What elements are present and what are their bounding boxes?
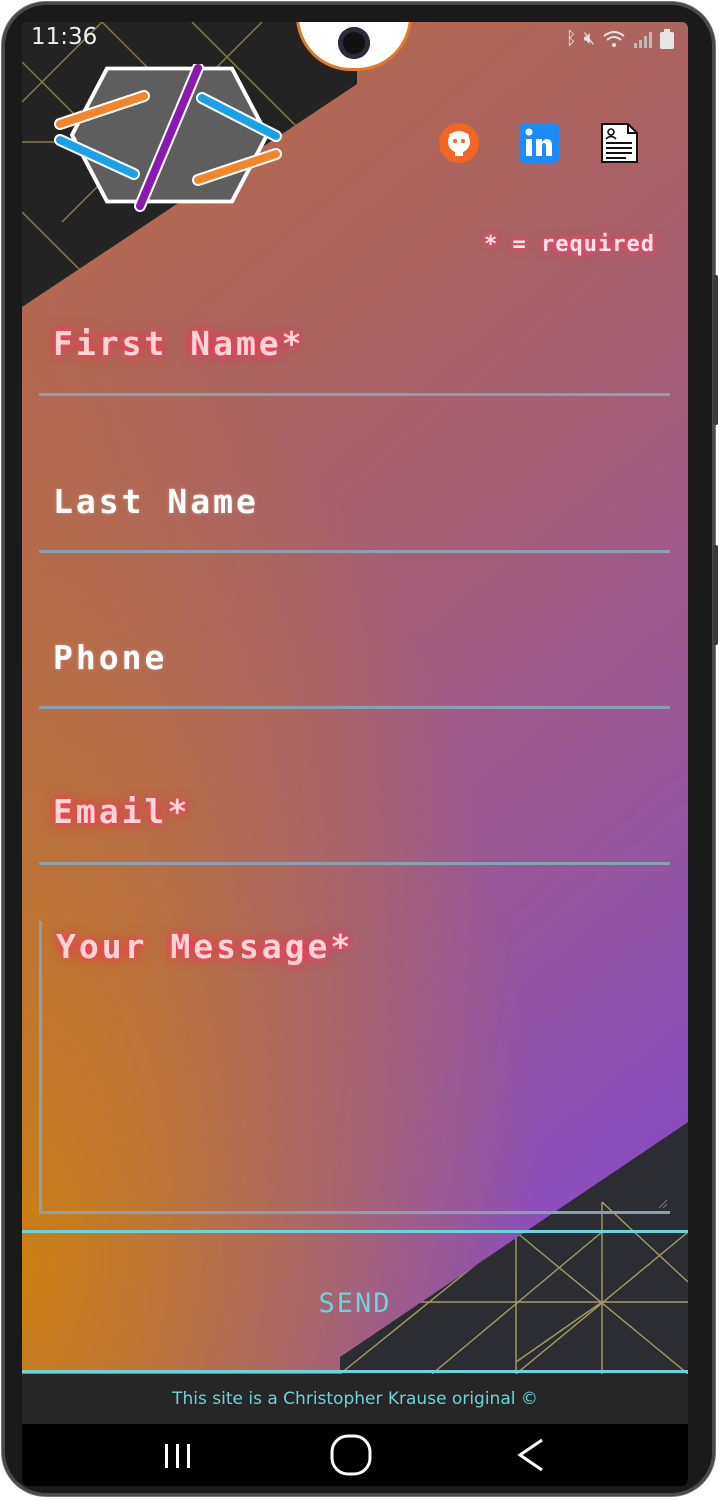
phone-underline (39, 706, 670, 709)
resume-icon[interactable] (598, 122, 640, 164)
bluetooth-icon: ᛒ (565, 28, 577, 49)
last-name-placeholder: Last Name (53, 482, 259, 521)
status-bar: 11:36 ᛒ 🔇︎ (22, 22, 688, 71)
first-name-underline (39, 393, 670, 396)
mute-icon: 🔇︎ (583, 28, 595, 49)
send-button[interactable]: SEND (22, 1230, 688, 1373)
message-placeholder: Your Message* (56, 927, 354, 966)
email-placeholder: Email* (53, 792, 191, 831)
last-name-field[interactable]: Last Name (39, 470, 670, 553)
first-name-field[interactable]: First Name* (39, 312, 670, 396)
app-screen: 11:36 ᛒ 🔇︎ * = required First Name* Last… (22, 22, 688, 1486)
resize-handle-icon[interactable] (658, 1199, 668, 1209)
send-button-label: SEND (318, 1288, 392, 1319)
github-icon[interactable] (438, 122, 480, 164)
required-note: * = required (484, 232, 655, 257)
first-name-placeholder: First Name* (53, 324, 305, 363)
status-icons: ᛒ 🔇︎ (566, 28, 674, 49)
phone-placeholder: Phone (53, 638, 168, 677)
signal-icon (634, 31, 652, 48)
volume-button (713, 275, 718, 425)
email-underline (39, 862, 670, 865)
email-field[interactable]: Email* (39, 782, 670, 865)
camera-lens (338, 27, 370, 59)
status-time: 11:36 (31, 24, 98, 50)
footer-text: This site is a Christopher Krause origin… (172, 1389, 538, 1409)
last-name-underline (39, 550, 670, 553)
home-icon[interactable] (321, 1432, 381, 1478)
linkedin-icon[interactable] (518, 122, 560, 164)
power-button (713, 545, 718, 645)
android-nav-bar (22, 1424, 688, 1486)
footer: This site is a Christopher Krause origin… (22, 1374, 688, 1424)
wifi-icon (603, 30, 625, 47)
recent-apps-icon[interactable] (148, 1432, 208, 1478)
battery-icon (660, 28, 674, 49)
phone-field[interactable]: Phone (39, 626, 670, 709)
message-textarea[interactable]: Your Message* (39, 921, 670, 1214)
back-icon[interactable] (502, 1432, 562, 1478)
code-brackets-logo[interactable] (52, 64, 287, 214)
